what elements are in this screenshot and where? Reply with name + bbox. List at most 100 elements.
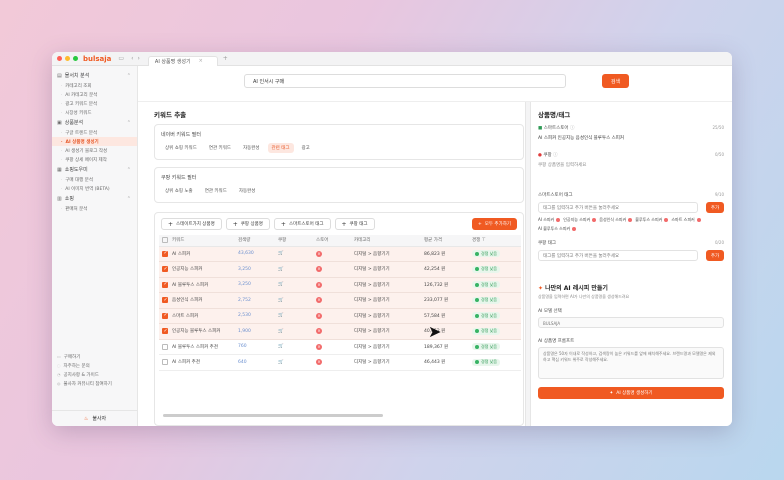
row-checkbox[interactable] — [159, 354, 169, 371]
horizontal-scrollbar[interactable] — [163, 414, 383, 417]
tag-chip[interactable]: 음성인식 스피커 — [599, 217, 633, 223]
sidebar-section[interactable]: ▥ 쇼핑 ⌃ — [52, 193, 137, 204]
remove-tag-icon[interactable] — [664, 218, 669, 222]
row-checkbox[interactable] — [159, 339, 169, 355]
remove-tag-icon[interactable] — [556, 218, 561, 222]
filter-chip[interactable]: 자동완성 — [235, 186, 260, 196]
table-row[interactable]: AI 스피커43,630🛒×디지털 > 음향기기86,823 원경쟁 낮음 — [159, 246, 521, 262]
cart-icon[interactable]: 🛒 — [275, 246, 313, 262]
column-header[interactable]: 스토어 — [313, 235, 351, 247]
sidebar-footer-item[interactable]: ◔ 공지사항 & 가이드 — [52, 370, 138, 379]
add-tag-button[interactable]: 추가 — [706, 202, 724, 213]
add-all-button[interactable]: + 모두 추가하기 — [471, 218, 517, 230]
sidebar-toggle-icon[interactable]: ▭ — [118, 55, 124, 62]
row-checkbox[interactable] — [159, 246, 169, 262]
coupang-name-field[interactable]: 쿠팡 상품명을 입력하세요 — [538, 162, 724, 168]
sidebar-item[interactable]: · AI 이미지 번역 (BETA) — [52, 184, 137, 193]
sidebar-item[interactable]: · 광고 키워드 분석 — [52, 99, 137, 108]
table-row[interactable]: AI 블루투스 스피커 추천 760 🛒 × 디지털 > 음향기기 189,367 원 경쟁… — [159, 339, 521, 355]
add-coupang-tag-button[interactable]: + 쿠팡 태그 — [334, 218, 375, 230]
tag-chip[interactable]: 스마트 스피커 — [671, 217, 701, 223]
sidebar-footer-item[interactable]: ◍ 불사자 커뮤니티 참여하기 — [52, 379, 138, 388]
coupang-tag-input[interactable]: 태그를 입력하고 추가 버튼을 눌러주세요 — [538, 250, 698, 261]
tab-close-icon[interactable]: × — [199, 58, 203, 64]
minimize-window-icon[interactable] — [65, 56, 70, 61]
table-row[interactable]: 스마트 스피커2,530🛒×디지털 > 음향기기57,584 원경쟁 낮음 — [159, 308, 521, 324]
tag-chip[interactable]: 인공지능 스피커 — [563, 217, 597, 223]
add-smartstore-tag-button[interactable]: + 스마트스토어 태그 — [273, 218, 331, 230]
ai-model-select[interactable]: BULSAJA — [538, 317, 724, 328]
search-input[interactable]: AI 인서시 구매 — [244, 74, 566, 88]
cart-icon[interactable]: 🛒 — [275, 277, 313, 293]
cart-icon[interactable]: 🛒 — [275, 354, 313, 371]
sidebar-footer-item[interactable]: ▭ 구매하기 — [52, 352, 138, 361]
table-row[interactable]: 인공지능 스피커3,250🛒×디지털 > 음향기기42,254 원경쟁 낮음 — [159, 261, 521, 278]
column-header[interactable]: 카테고리 — [351, 235, 421, 247]
filter-icon[interactable]: ⊤ — [482, 238, 486, 243]
add-coupang-name-button[interactable]: + 쿠팡 상품명 — [225, 218, 270, 230]
filter-chip[interactable]: 연관 키워드 — [201, 186, 231, 196]
cart-icon[interactable]: 🛒 — [275, 339, 313, 355]
table-row[interactable]: 인공지능 블루투스 스피커1,900🛒×디지털 > 음향기기40,652 원경쟁… — [159, 323, 521, 340]
remove-tag-icon[interactable] — [696, 218, 701, 222]
sidebar-item[interactable]: · AI 카테고리 분석 — [52, 90, 137, 99]
filter-chip-active[interactable]: 관련 태그 — [267, 143, 294, 153]
sidebar-item[interactable]: · 시장성 키워드 — [52, 108, 137, 117]
table-row[interactable]: AI 스피커 추천 640 🛒 × 디지털 > 음향기기 46,443 원 경쟁 낮음 — [159, 354, 521, 371]
close-window-icon[interactable] — [57, 56, 62, 61]
row-checkbox[interactable] — [159, 277, 169, 293]
ai-generate-button[interactable]: ✦ AI 상품명 생성하기 — [538, 387, 724, 399]
sidebar-item[interactable]: · 판매처 분석 — [52, 204, 137, 213]
sidebar-section[interactable]: ▣ 상품분석 ⌃ — [52, 117, 137, 128]
table-row[interactable]: 음성인식 스피커2,752🛒×디지털 > 음향기기233,077 원경쟁 낮음 — [159, 292, 521, 309]
cart-icon[interactable]: 🛒 — [275, 292, 313, 309]
cart-icon[interactable]: 🛒 — [275, 308, 313, 324]
row-checkbox[interactable] — [159, 292, 169, 309]
filter-chip[interactable]: 연관 키워드 — [205, 143, 235, 153]
column-header[interactable]: 쿠팡 — [275, 235, 313, 247]
sidebar-item[interactable]: · 구글 트렌드 분석 — [52, 128, 137, 137]
add-tag-button[interactable]: 추가 — [706, 250, 724, 261]
sidebar-item[interactable]: · 카테고리 조회 — [52, 81, 137, 90]
remove-tag-icon[interactable] — [592, 218, 597, 222]
smartstore-name-field[interactable]: AI 스피커 인공지능 음성인식 블루투스 스피커 — [538, 135, 724, 141]
column-header[interactable]: 경쟁 ⊤ — [469, 235, 521, 247]
sidebar-item-active[interactable]: · AI 상품명 생성기 — [52, 137, 137, 146]
filter-chip[interactable]: 상위 쇼핑 노출 — [161, 186, 197, 196]
table-row[interactable]: AI 블루투스 스피커3,250🛒×디지털 > 음향기기126,732 원경쟁 … — [159, 277, 521, 293]
column-header[interactable]: 키워드 — [169, 235, 235, 247]
sidebar-item[interactable]: · 쿠팡 상세 페이지 제작 — [52, 155, 137, 164]
search-button[interactable]: 검색 — [602, 74, 629, 88]
filter-chip[interactable]: 상위 쇼핑 키워드 — [161, 143, 201, 153]
column-header[interactable]: 검색량 — [235, 235, 275, 247]
forward-icon[interactable]: › — [138, 55, 140, 62]
sidebar-brand[interactable]: ♨ 불사자 — [52, 410, 138, 426]
remove-tag-icon[interactable] — [628, 218, 633, 222]
panel-divider[interactable] — [525, 102, 531, 426]
row-checkbox[interactable] — [159, 323, 169, 340]
tab-ai-product-name[interactable]: AI 상품명 생성기 × — [147, 55, 218, 66]
row-checkbox[interactable] — [159, 308, 169, 324]
remove-tag-icon[interactable] — [572, 227, 577, 231]
new-tab-icon[interactable]: + — [223, 55, 228, 62]
sidebar-section[interactable]: ▤ 몰서치 분석 ⌃ — [52, 70, 137, 81]
column-header[interactable]: 평균 가격 — [421, 235, 469, 247]
sidebar-footer-item[interactable]: ◌ 자주하는 문의 — [52, 361, 138, 370]
row-checkbox[interactable] — [159, 261, 169, 278]
back-icon[interactable]: ‹ — [131, 55, 133, 62]
sidebar-item[interactable]: · 구매 대행 분석 — [52, 175, 137, 184]
tag-chip[interactable]: AI 스피커 — [538, 217, 561, 223]
sidebar-section[interactable]: ▦ 쇼핑도우미 ⌃ — [52, 164, 137, 175]
maximize-window-icon[interactable] — [73, 56, 78, 61]
cart-icon[interactable]: 🛒 — [275, 323, 313, 340]
sidebar-item[interactable]: · AI 생성기 블로그 작성 — [52, 146, 137, 155]
add-smartstore-name-button[interactable]: + 스테이트가치 상품명 — [161, 218, 222, 230]
tag-chip[interactable]: AI 블루투스 스피커 — [538, 226, 577, 232]
select-all-checkbox[interactable] — [159, 235, 169, 247]
smartstore-tag-input[interactable]: 태그를 입력하고 추가 버튼을 눌러주세요 — [538, 202, 698, 213]
tag-chip[interactable]: 블루투스 스피커 — [635, 217, 669, 223]
filter-chip[interactable]: 자동완성 — [239, 143, 264, 153]
cart-icon[interactable]: 🛒 — [275, 261, 313, 278]
ai-prompt-textarea[interactable]: 상품명은 50자 이내로 작성하고, 검색량이 높은 키워드를 앞에 배치해주세… — [538, 347, 724, 379]
filter-chip[interactable]: 광고 — [298, 143, 314, 153]
